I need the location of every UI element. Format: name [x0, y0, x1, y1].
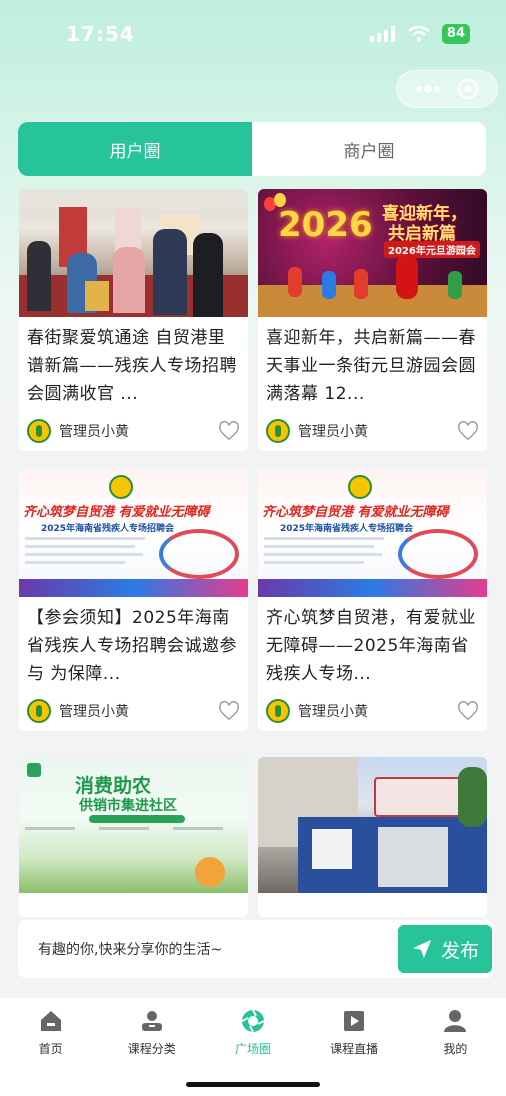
post-author: 管理员小黄 — [298, 704, 368, 720]
image-headline: 齐心筑梦自贸港 有爱就业无障碍 — [262, 505, 449, 520]
nav-home[interactable]: 首页 — [6, 1008, 96, 1096]
post-image[interactable]: 齐心筑梦自贸港 有爱就业无障碍 2025年海南省残疾人专场招聘会 — [19, 469, 248, 597]
post-meta: 管理员小黄 — [258, 411, 487, 451]
wifi-icon — [408, 26, 430, 42]
image-subtitle: 2026年元旦游园会 — [384, 241, 480, 258]
image-headline-1: 消费助农 — [75, 775, 152, 797]
nav-profile[interactable]: 我的 — [410, 1008, 500, 1096]
post-meta: 管理员小黄 — [19, 691, 248, 731]
status-bar: 17:54 84 — [0, 0, 506, 68]
nav-square-label: 广场圈 — [234, 1042, 271, 1056]
post-author: 管理员小黄 — [59, 704, 129, 720]
nav-live[interactable]: 课程直播 — [309, 1008, 399, 1096]
nav-home-label: 首页 — [38, 1042, 63, 1056]
post-card[interactable]: 春街聚爱筑通途 自贸港里谱新篇——残疾人专场招聘会圆满收官 ... 管理员小黄 — [19, 189, 248, 451]
post-title[interactable]: 春街聚爱筑通途 自贸港里谱新篇——残疾人专场招聘会圆满收官 ... — [19, 317, 248, 411]
send-icon — [412, 939, 432, 959]
author-avatar-icon — [27, 699, 51, 723]
nav-live-label: 课程直播 — [330, 1042, 379, 1056]
post-meta: 管理员小黄 — [19, 411, 248, 451]
status-time: 17:54 — [66, 22, 135, 46]
nav-category-label: 课程分类 — [127, 1042, 176, 1056]
image-headline-2: 供销市集进社区 — [79, 798, 177, 814]
post-title[interactable]: 齐心筑梦自贸港，有爱就业无障碍——2025年海南省残疾人专场... — [258, 597, 487, 691]
live-play-icon — [344, 1011, 365, 1031]
post-card[interactable]: 2026 喜迎新年， 共启新篇 2026年元旦游园会 喜迎新年，共启新篇——春天… — [258, 189, 487, 451]
post-card[interactable]: 齐心筑梦自贸港 有爱就业无障碍 2025年海南省残疾人专场招聘会 【参会须知】2… — [19, 469, 248, 731]
image-subtitle: 2025年海南省残疾人专场招聘会 — [280, 524, 414, 534]
home-icon — [40, 1011, 61, 1031]
home-indicator — [186, 1082, 320, 1087]
like-heart-icon[interactable] — [218, 420, 240, 442]
post-meta: 管理员小黄 — [258, 691, 487, 731]
post-image[interactable] — [258, 757, 487, 893]
post-card[interactable]: 齐心筑梦自贸港 有爱就业无障碍 2025年海南省残疾人专场招聘会 齐心筑梦自贸港… — [258, 469, 487, 731]
publish-button-label: 发布 — [440, 939, 479, 962]
publish-bar: 有趣的你,快来分享你的生活~ 发布 — [18, 920, 494, 978]
publish-button[interactable]: 发布 — [398, 925, 492, 973]
image-year-text: 2026 — [278, 205, 373, 245]
status-icons: 84 — [369, 24, 470, 44]
battery-indicator: 84 — [441, 24, 470, 44]
post-image[interactable] — [19, 189, 248, 317]
post-title[interactable]: 喜迎新年，共启新篇——春天事业一条街元旦游园会圆满落幕 12... — [258, 317, 487, 411]
like-heart-icon[interactable] — [457, 700, 479, 722]
post-card[interactable] — [258, 757, 487, 917]
post-card[interactable]: 消费助农 供销市集进社区 — [19, 757, 248, 917]
post-image[interactable]: 消费助农 供销市集进社区 — [19, 757, 248, 893]
post-author: 管理员小黄 — [59, 424, 129, 440]
post-image[interactable]: 2026 喜迎新年， 共启新篇 2026年元旦游园会 — [258, 189, 487, 317]
nav-profile-label: 我的 — [443, 1042, 468, 1056]
image-subtitle: 2025年海南省残疾人专场招聘会 — [41, 524, 175, 534]
post-author: 管理员小黄 — [298, 424, 368, 440]
miniprogram-capsule[interactable] — [396, 70, 498, 108]
author-avatar-icon — [266, 699, 290, 723]
tab-merchant-circle[interactable]: 商户圈 — [252, 122, 486, 176]
profile-icon — [444, 1010, 467, 1032]
image-headline: 齐心筑梦自贸港 有爱就业无障碍 — [23, 505, 210, 520]
nav-category[interactable]: 课程分类 — [107, 1008, 197, 1096]
post-title[interactable]: 【参会须知】2025年海南省残疾人专场招聘会诚邀参与 为保障... — [19, 597, 248, 691]
more-icon[interactable] — [415, 84, 441, 94]
circle-tabs: 用户圈 商户圈 — [18, 122, 486, 176]
signal-icon — [369, 26, 395, 42]
category-icon — [141, 1011, 162, 1031]
author-avatar-icon — [27, 419, 51, 443]
post-image[interactable]: 齐心筑梦自贸港 有爱就业无障碍 2025年海南省残疾人专场招聘会 — [258, 469, 487, 597]
like-heart-icon[interactable] — [457, 420, 479, 442]
like-heart-icon[interactable] — [218, 700, 240, 722]
author-avatar-icon — [266, 419, 290, 443]
close-miniprogram-icon[interactable] — [457, 78, 479, 100]
share-input[interactable]: 有趣的你,快来分享你的生活~ — [38, 939, 398, 959]
tab-user-circle[interactable]: 用户圈 — [18, 122, 252, 176]
square-circle-icon — [241, 1009, 265, 1033]
